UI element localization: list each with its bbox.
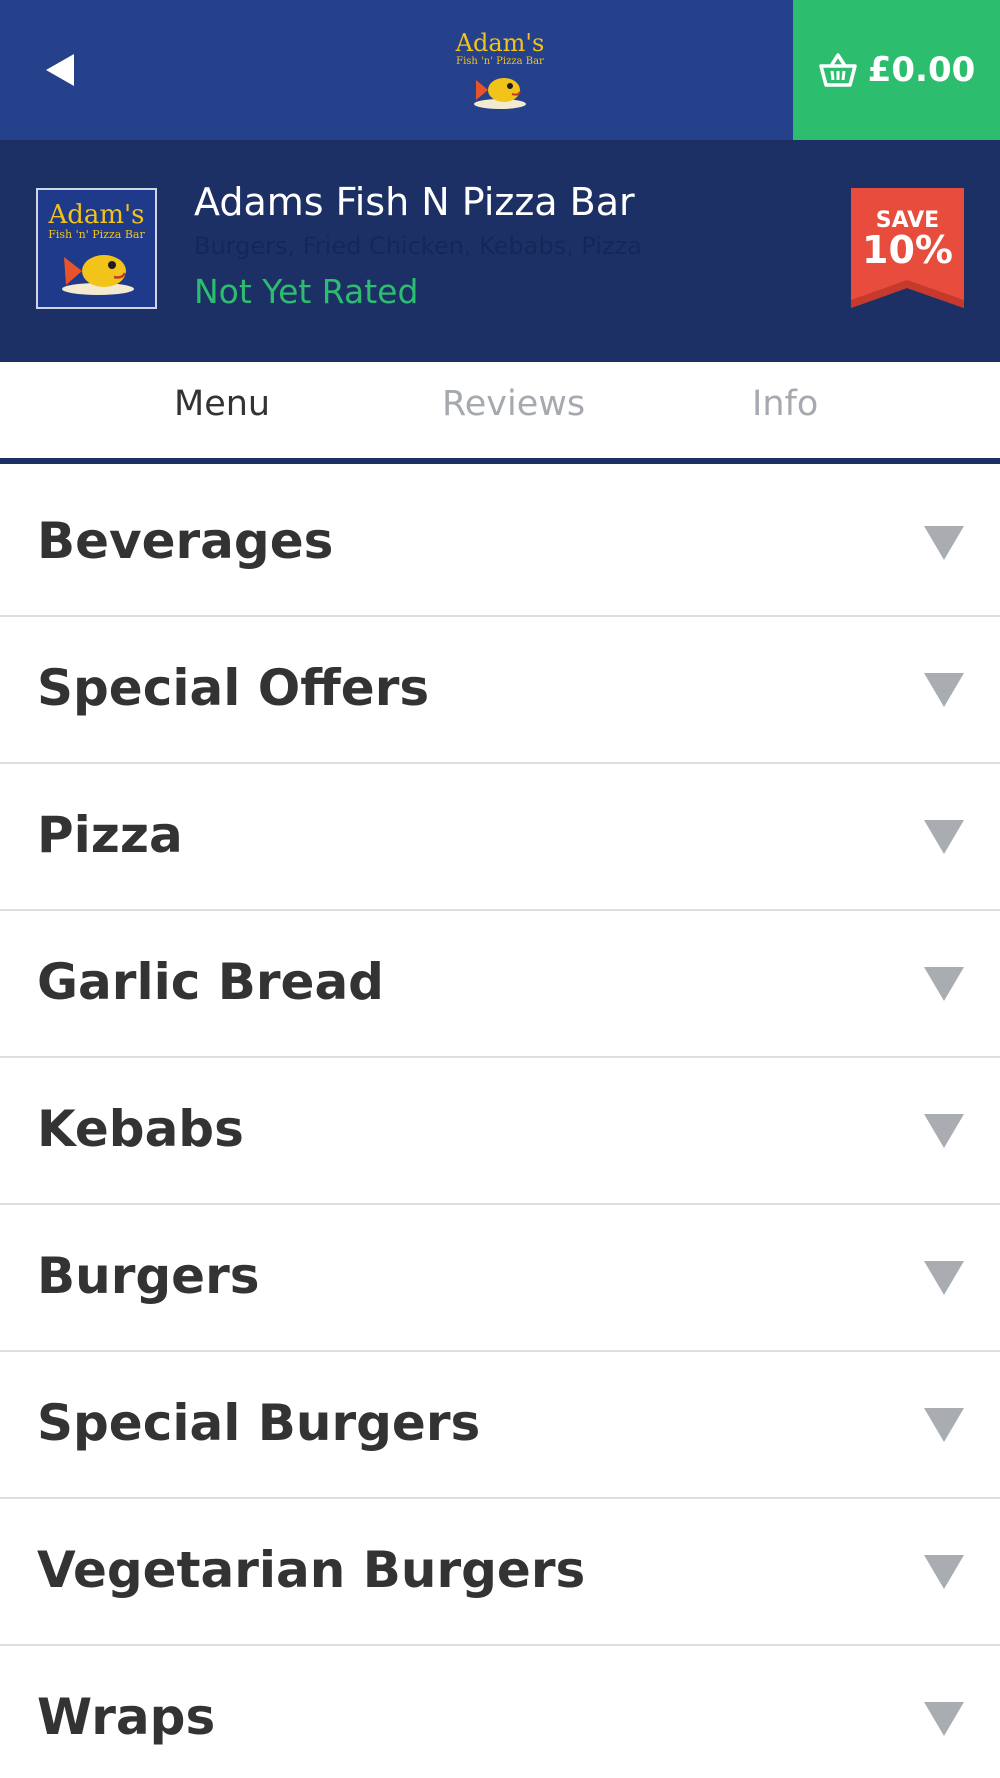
restaurant-cuisine: Burgers, Fried Chicken, Kebabs, Pizza bbox=[194, 232, 642, 260]
discount-value: 10% bbox=[862, 228, 953, 272]
tab-info[interactable]: Info bbox=[752, 384, 818, 424]
tab-menu[interactable]: Menu bbox=[174, 384, 270, 424]
category-name: Special Offers bbox=[37, 659, 430, 717]
restaurant-rating: Not Yet Rated bbox=[194, 272, 419, 311]
restaurant-name: Adams Fish N Pizza Bar bbox=[194, 180, 635, 224]
chevron-down-icon bbox=[924, 1261, 964, 1295]
chevron-down-icon bbox=[924, 1555, 964, 1589]
fish-mascot-icon bbox=[61, 255, 134, 295]
header-logo-subtitle: Fish 'n' Pizza Bar bbox=[456, 56, 544, 67]
chevron-down-icon bbox=[924, 967, 964, 1001]
chevron-down-icon bbox=[924, 1702, 964, 1736]
tab-bar: Menu Reviews Info bbox=[0, 362, 1000, 464]
menu-category-list: Beverages Special Offers Pizza Garlic Br… bbox=[0, 470, 1000, 1778]
basket-button[interactable]: £0.00 bbox=[793, 0, 1000, 140]
chevron-down-icon bbox=[924, 1114, 964, 1148]
restaurant-logo-title: Adam's bbox=[48, 200, 145, 230]
category-name: Kebabs bbox=[37, 1100, 244, 1158]
category-name: Special Burgers bbox=[37, 1394, 481, 1452]
header-logo: Adam's Fish 'n' Pizza Bar bbox=[440, 30, 560, 115]
restaurant-logo: Adam's Fish 'n' Pizza Bar bbox=[36, 188, 157, 309]
top-bar: Adam's Fish 'n' Pizza Bar £0.00 bbox=[0, 0, 1000, 140]
category-row-kebabs[interactable]: Kebabs bbox=[0, 1058, 1000, 1205]
restaurant-header: Adam's Fish 'n' Pizza Bar Adams Fish N P… bbox=[0, 140, 1000, 362]
fish-mascot-icon bbox=[474, 78, 526, 109]
chevron-down-icon bbox=[924, 673, 964, 707]
category-row-vegetarian-burgers[interactable]: Vegetarian Burgers bbox=[0, 1499, 1000, 1646]
category-name: Beverages bbox=[37, 512, 334, 570]
basket-icon bbox=[818, 53, 857, 87]
category-row-special-burgers[interactable]: Special Burgers bbox=[0, 1352, 1000, 1499]
back-arrow-icon bbox=[46, 54, 74, 86]
category-row-special-offers[interactable]: Special Offers bbox=[0, 617, 1000, 764]
category-name: Pizza bbox=[37, 806, 183, 864]
basket-total: £0.00 bbox=[867, 50, 976, 90]
category-row-pizza[interactable]: Pizza bbox=[0, 764, 1000, 911]
chevron-down-icon bbox=[924, 820, 964, 854]
back-button[interactable] bbox=[30, 40, 90, 100]
chevron-down-icon bbox=[924, 526, 964, 560]
restaurant-logo-subtitle: Fish 'n' Pizza Bar bbox=[48, 228, 145, 241]
category-name: Vegetarian Burgers bbox=[37, 1541, 586, 1599]
category-row-burgers[interactable]: Burgers bbox=[0, 1205, 1000, 1352]
category-name: Wraps bbox=[37, 1688, 216, 1746]
tab-reviews[interactable]: Reviews bbox=[442, 384, 585, 424]
category-row-garlic-bread[interactable]: Garlic Bread bbox=[0, 911, 1000, 1058]
category-name: Burgers bbox=[37, 1247, 260, 1305]
category-row-beverages[interactable]: Beverages bbox=[0, 470, 1000, 617]
header-logo-title: Adam's bbox=[455, 29, 545, 57]
chevron-down-icon bbox=[924, 1408, 964, 1442]
category-name: Garlic Bread bbox=[37, 953, 384, 1011]
category-row-wraps[interactable]: Wraps bbox=[0, 1646, 1000, 1778]
discount-badge: SAVE 10% bbox=[851, 188, 964, 308]
